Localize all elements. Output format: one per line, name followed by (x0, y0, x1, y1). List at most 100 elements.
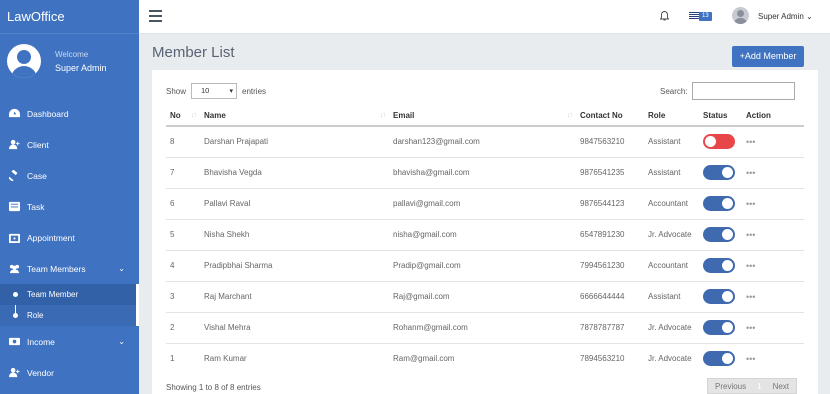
sidebar-item-label: Income (27, 336, 55, 347)
more-actions-icon[interactable]: ••• (746, 137, 755, 147)
sort-icon: ↓↑ (380, 112, 386, 119)
toggle-knob (722, 229, 733, 240)
previous-button[interactable]: Previous (708, 379, 753, 393)
cell-email: pallavi@gmail.com (389, 187, 576, 219)
user-menu[interactable]: Super Admin ⌄ (758, 12, 813, 21)
sidebar-item-client[interactable]: Client (0, 129, 139, 160)
task-icon (9, 201, 20, 212)
column-header-email[interactable]: Email ↓↑ (389, 106, 576, 127)
cell-action: ••• (742, 249, 804, 281)
status-toggle[interactable] (703, 227, 735, 242)
sidebar-item-label: Role (27, 311, 44, 320)
menu-toggle-icon[interactable] (149, 10, 162, 22)
page-title: Member List (152, 44, 235, 61)
status-toggle[interactable] (703, 196, 735, 211)
sidebar-nav: Dashboard Client Case Task Appointment T… (0, 98, 139, 388)
cell-no: 8 (166, 125, 200, 157)
toggle-knob (722, 291, 733, 302)
table-row: 2 Vishal Mehra Rohanm@gmail.com 7878787787 J… (166, 311, 804, 343)
sidebar: LawOffice Welcome Super Admin Dashboard … (0, 0, 139, 394)
cell-no: 5 (166, 218, 200, 250)
table-row: 5 Nisha Shekh nisha@gmail.com 6547891230 Jr.… (166, 218, 804, 250)
table-info: Showing 1 to 8 of 8 entries (166, 383, 261, 392)
sidebar-item-income[interactable]: Income ⌄ (0, 326, 139, 357)
add-member-button[interactable]: +Add Member (732, 46, 804, 67)
avatar (7, 44, 41, 78)
column-header-contact[interactable]: Contact No (576, 106, 644, 127)
users-icon (9, 264, 20, 274)
column-header-role[interactable]: Role (644, 106, 699, 127)
page-number-button[interactable]: 1 (753, 379, 766, 393)
cell-email: nisha@gmail.com (389, 218, 576, 250)
sidebar-item-team-members[interactable]: Team Members ⌄ (0, 253, 139, 284)
cell-name: Pradipbhai Sharma (200, 249, 389, 281)
sort-icon: ↓↑ (567, 112, 573, 119)
more-actions-icon[interactable]: ••• (746, 199, 755, 209)
user-plus-icon (9, 367, 20, 378)
cell-contact: 9876544123 (576, 187, 644, 219)
more-actions-icon[interactable]: ••• (746, 354, 755, 364)
toggle-knob (722, 198, 733, 209)
cell-contact: 7878787787 (576, 311, 644, 343)
cell-no: 1 (166, 342, 200, 374)
cell-contact: 9876541235 (576, 156, 644, 188)
brand-logo[interactable]: LawOffice (0, 0, 139, 34)
sidebar-item-role[interactable]: Role (0, 305, 136, 326)
cell-name: Nisha Shekh (200, 218, 389, 250)
entries-select[interactable]: 10 ▾ (191, 83, 238, 99)
status-toggle[interactable] (703, 289, 735, 304)
column-header-status: Status (699, 106, 742, 127)
cell-no: 2 (166, 311, 200, 343)
cell-role: Accountant (644, 249, 699, 281)
search-input[interactable] (691, 82, 795, 100)
status-toggle[interactable] (703, 320, 735, 335)
cell-email: Raj@gmail.com (389, 280, 576, 312)
bell-icon[interactable] (660, 11, 669, 21)
cell-name: Raj Marchant (200, 280, 389, 312)
status-toggle[interactable] (703, 351, 735, 367)
sidebar-item-label: Dashboard (27, 108, 69, 119)
sidebar-item-dashboard[interactable]: Dashboard (0, 98, 139, 129)
cell-contact: 7994561230 (576, 249, 644, 281)
table-row: 3 Raj Marchant Raj@gmail.com 6666644444 Assi… (166, 280, 804, 312)
member-list-card: Show 10 ▾ entries Search: No ↓↑ Name ↓↑ Em… (152, 70, 818, 394)
more-actions-icon[interactable]: ••• (746, 292, 755, 302)
members-table: No ↓↑ Name ↓↑ Email ↓↑ Contact No Role Stat… (166, 106, 804, 374)
sidebar-item-case[interactable]: Case (0, 160, 139, 191)
bullet-icon (13, 313, 18, 318)
cell-no: 3 (166, 280, 200, 312)
more-actions-icon[interactable]: ••• (746, 261, 755, 271)
cell-contact: 9847563210 (576, 125, 644, 157)
status-toggle[interactable] (703, 165, 735, 180)
bullet-icon (13, 292, 18, 297)
status-toggle[interactable] (703, 134, 735, 150)
cell-action: ••• (742, 187, 804, 219)
sidebar-item-vendor[interactable]: Vendor (0, 357, 139, 388)
cell-status (699, 187, 742, 219)
column-header-no[interactable]: No ↓↑ (166, 106, 200, 127)
sidebar-item-task[interactable]: Task (0, 191, 139, 222)
sidebar-item-team-member[interactable]: Team Member (0, 284, 136, 305)
next-button[interactable]: Next (766, 379, 796, 393)
cell-action: ••• (742, 342, 804, 374)
sidebar-item-label: Case (27, 170, 47, 181)
more-actions-icon[interactable]: ••• (746, 168, 755, 178)
status-toggle[interactable] (703, 258, 735, 273)
cell-no: 4 (166, 249, 200, 281)
calendar-icon (9, 233, 20, 243)
cell-status (699, 311, 742, 343)
notification-badge[interactable]: 13 (699, 12, 712, 21)
table-header-row: No ↓↑ Name ↓↑ Email ↓↑ Contact No Role Stat… (166, 106, 804, 127)
profile-name: Super Admin (55, 62, 107, 73)
more-actions-icon[interactable]: ••• (746, 323, 755, 333)
cell-name: Bhavisha Vegda (200, 156, 389, 188)
user-avatar-icon[interactable] (732, 7, 749, 24)
sidebar-item-label: Task (27, 201, 45, 212)
toggle-knob (722, 353, 733, 365)
more-actions-icon[interactable]: ••• (746, 230, 755, 240)
column-header-name[interactable]: Name ↓↑ (200, 106, 389, 127)
sidebar-item-appointment[interactable]: Appointment (0, 222, 139, 253)
column-header-action: Action (742, 106, 804, 127)
chevron-down-icon: ⌄ (118, 264, 125, 273)
cell-action: ••• (742, 125, 804, 157)
